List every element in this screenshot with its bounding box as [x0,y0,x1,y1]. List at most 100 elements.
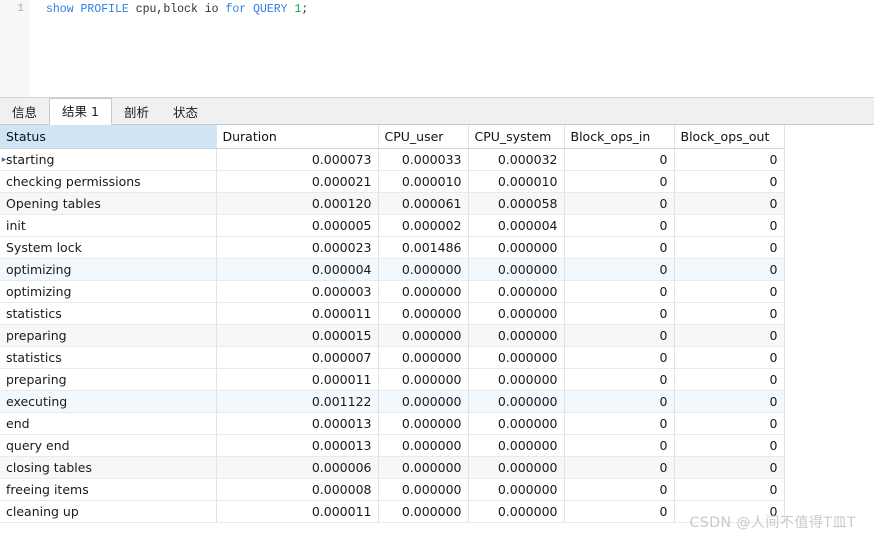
cell-block_ops_in[interactable]: 0 [564,280,675,303]
cell-block_ops_out[interactable]: 0 [674,236,785,259]
cell-block_ops_in[interactable]: 0 [564,170,675,193]
table-row[interactable]: executing 0.001122 0.000000 0.000000 0 0 [0,390,785,413]
cell-status[interactable]: starting [0,148,217,171]
cell-cpu_system[interactable]: 0.000000 [468,324,565,347]
cell-block_ops_in[interactable]: 0 [564,192,675,215]
table-row[interactable]: query end 0.000013 0.000000 0.000000 0 0 [0,434,785,457]
cell-cpu_user[interactable]: 0.000000 [378,368,469,391]
cell-cpu_system[interactable]: 0.000000 [468,500,565,523]
cell-cpu_system[interactable]: 0.000058 [468,192,565,215]
cell-cpu_user[interactable]: 0.000000 [378,478,469,501]
cell-block_ops_out[interactable]: 0 [674,302,785,325]
cell-cpu_user[interactable]: 0.000000 [378,346,469,369]
table-row[interactable]: Opening tables 0.000120 0.000061 0.000058 0 0 [0,192,785,215]
grid-header-cpu_system[interactable]: CPU_system [468,125,565,149]
cell-cpu_system[interactable]: 0.000000 [468,346,565,369]
cell-status[interactable]: executing [0,390,217,413]
cell-cpu_system[interactable]: 0.000000 [468,412,565,435]
table-row[interactable]: starting 0.000073 0.000033 0.000032 0 0 [0,148,785,171]
grid-header-block_ops_in[interactable]: Block_ops_in [564,125,675,149]
cell-status[interactable]: closing tables [0,456,217,479]
cell-duration[interactable]: 0.000120 [216,192,379,215]
cell-cpu_system[interactable]: 0.000000 [468,302,565,325]
cell-block_ops_in[interactable]: 0 [564,236,675,259]
cell-status[interactable]: end [0,412,217,435]
cell-cpu_user[interactable]: 0.000000 [378,258,469,281]
cell-cpu_user[interactable]: 0.000000 [378,280,469,303]
cell-cpu_user[interactable]: 0.000000 [378,456,469,479]
cell-block_ops_in[interactable]: 0 [564,324,675,347]
cell-block_ops_in[interactable]: 0 [564,346,675,369]
cell-duration[interactable]: 0.000004 [216,258,379,281]
cell-status[interactable]: preparing [0,324,217,347]
grid-header-status[interactable]: Status [0,125,217,149]
cell-block_ops_out[interactable]: 0 [674,214,785,237]
cell-cpu_system[interactable]: 0.000000 [468,368,565,391]
cell-block_ops_out[interactable]: 0 [674,324,785,347]
cell-status[interactable]: preparing [0,368,217,391]
cell-duration[interactable]: 0.001122 [216,390,379,413]
cell-block_ops_in[interactable]: 0 [564,258,675,281]
cell-cpu_system[interactable]: 0.000000 [468,280,565,303]
cell-cpu_user[interactable]: 0.000000 [378,324,469,347]
cell-cpu_user[interactable]: 0.000010 [378,170,469,193]
cell-block_ops_out[interactable]: 0 [674,280,785,303]
cell-block_ops_out[interactable]: 0 [674,192,785,215]
sql-code-area[interactable]: show PROFILE cpu,block io for QUERY 1; [31,0,874,97]
cell-duration[interactable]: 0.000005 [216,214,379,237]
cell-block_ops_out[interactable]: 0 [674,478,785,501]
cell-status[interactable]: optimizing [0,258,217,281]
cell-status[interactable]: query end [0,434,217,457]
cell-status[interactable]: Opening tables [0,192,217,215]
cell-status[interactable]: statistics [0,302,217,325]
cell-status[interactable]: freeing items [0,478,217,501]
cell-block_ops_out[interactable]: 0 [674,170,785,193]
cell-duration[interactable]: 0.000003 [216,280,379,303]
cell-cpu_user[interactable]: 0.001486 [378,236,469,259]
cell-cpu_system[interactable]: 0.000000 [468,456,565,479]
table-row[interactable]: statistics 0.000007 0.000000 0.000000 0 0 [0,346,785,369]
cell-duration[interactable]: 0.000007 [216,346,379,369]
cell-status[interactable]: cleaning up [0,500,217,523]
table-row[interactable]: System lock 0.000023 0.001486 0.000000 0 0 [0,236,785,259]
cell-cpu_system[interactable]: 0.000000 [468,390,565,413]
cell-block_ops_in[interactable]: 0 [564,412,675,435]
cell-status[interactable]: System lock [0,236,217,259]
table-row[interactable]: statistics 0.000011 0.000000 0.000000 0 0 [0,302,785,325]
cell-duration[interactable]: 0.000011 [216,302,379,325]
cell-block_ops_out[interactable]: 0 [674,258,785,281]
table-row[interactable]: end 0.000013 0.000000 0.000000 0 0 [0,412,785,435]
cell-block_ops_in[interactable]: 0 [564,500,675,523]
cell-block_ops_in[interactable]: 0 [564,368,675,391]
result-tab-3[interactable]: 状态 [161,102,210,124]
table-row[interactable]: checking permissions 0.000021 0.000010 0.00… [0,170,785,193]
result-grid[interactable]: Status Duration CPU_user CPU_system Block_op… [0,125,785,523]
table-row[interactable]: closing tables 0.000006 0.000000 0.000000 0 0 [0,456,785,479]
grid-header-duration[interactable]: Duration [216,125,379,149]
result-tabbar[interactable]: 信息 结果 1 剖析 状态 [0,97,874,125]
cell-duration[interactable]: 0.000008 [216,478,379,501]
cell-cpu_user[interactable]: 0.000002 [378,214,469,237]
table-row[interactable]: preparing 0.000011 0.000000 0.000000 0 0 [0,368,785,391]
cell-duration[interactable]: 0.000073 [216,148,379,171]
cell-block_ops_out[interactable]: 0 [674,434,785,457]
cell-status[interactable]: init [0,214,217,237]
cell-block_ops_out[interactable]: 0 [674,500,785,523]
cell-cpu_user[interactable]: 0.000000 [378,390,469,413]
cell-block_ops_out[interactable]: 0 [674,412,785,435]
cell-block_ops_out[interactable]: 0 [674,390,785,413]
cell-duration[interactable]: 0.000023 [216,236,379,259]
cell-block_ops_in[interactable]: 0 [564,478,675,501]
cell-block_ops_in[interactable]: 0 [564,302,675,325]
cell-block_ops_in[interactable]: 0 [564,390,675,413]
result-tab-2[interactable]: 剖析 [112,102,161,124]
cell-cpu_system[interactable]: 0.000032 [468,148,565,171]
cell-cpu_system[interactable]: 0.000000 [468,434,565,457]
cell-cpu_user[interactable]: 0.000000 [378,412,469,435]
cell-duration[interactable]: 0.000015 [216,324,379,347]
cell-block_ops_out[interactable]: 0 [674,346,785,369]
sql-statement-line[interactable]: show PROFILE cpu,block io for QUERY 1; [46,2,874,17]
table-row[interactable]: preparing 0.000015 0.000000 0.000000 0 0 [0,324,785,347]
cell-cpu_user[interactable]: 0.000033 [378,148,469,171]
cell-status[interactable]: optimizing [0,280,217,303]
